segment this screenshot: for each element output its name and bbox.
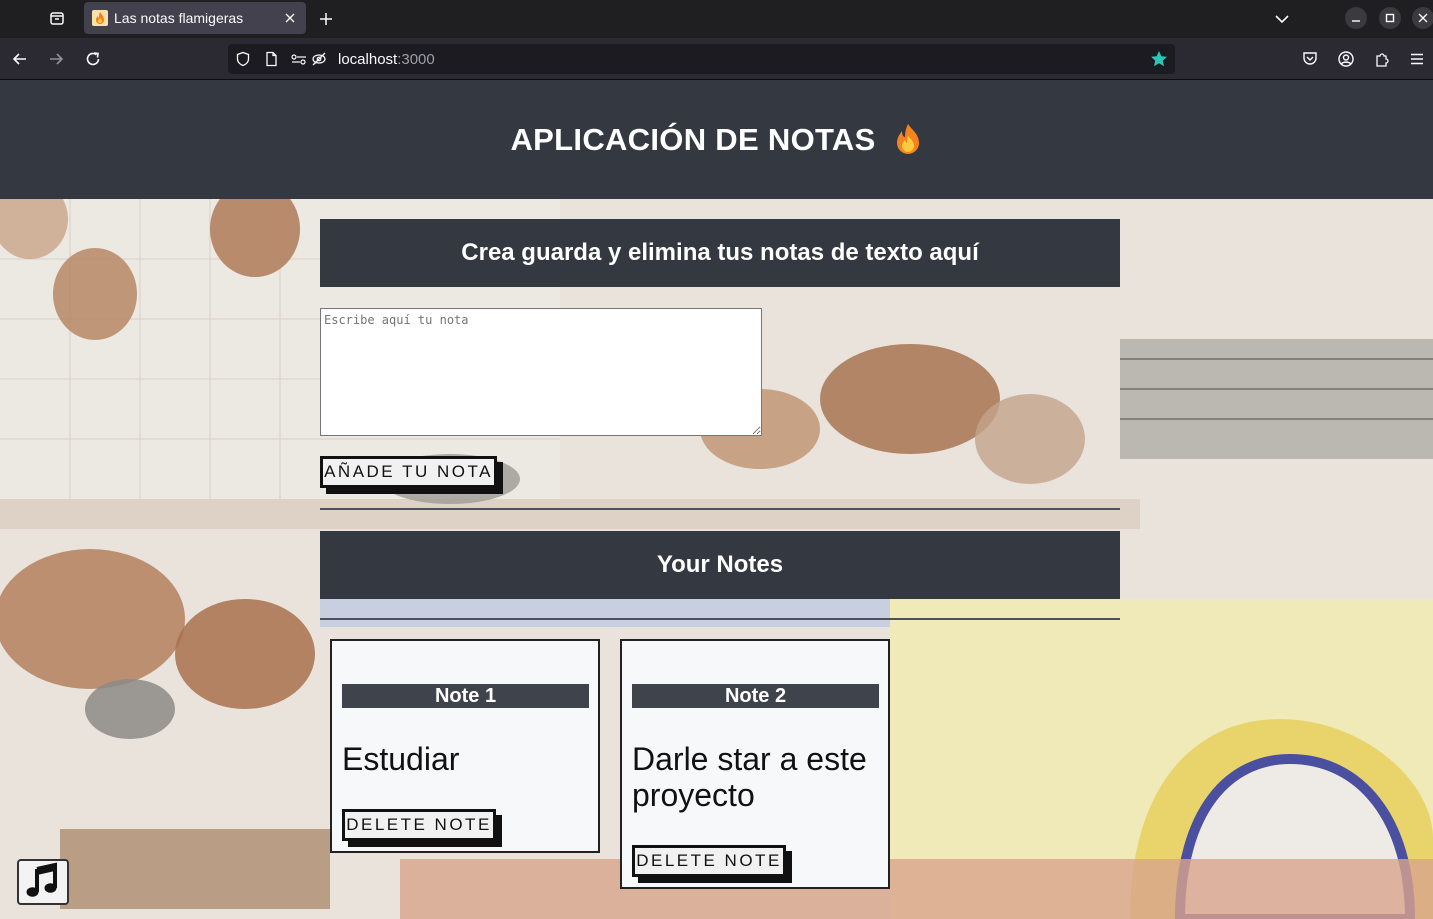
flame-favicon-icon [92,10,108,26]
delete-note-button[interactable]: DELETE NOTE [632,845,786,877]
reload-icon[interactable] [81,47,105,71]
back-arrow-icon[interactable] [8,47,32,71]
account-icon[interactable] [1334,47,1358,71]
web-page: APLICACIÓN DE NOTAS Crea guarda y elimin… [0,80,1433,919]
music-toggle-button[interactable] [17,859,69,905]
url-host: localhost [338,51,398,68]
close-window-icon[interactable] [1412,7,1433,29]
tab-title: Las notas flamigeras [114,10,244,26]
hamburger-menu-icon[interactable] [1405,47,1429,71]
delete-note-button[interactable]: DELETE NOTE [342,809,496,841]
extensions-puzzle-icon[interactable] [1370,47,1394,71]
url-port: :3000 [397,51,435,68]
note-text: Estudiar [342,741,460,777]
new-tab-plus-icon[interactable] [314,7,338,31]
url-text[interactable]: localhost:3000 [338,51,435,68]
browser-nav-bar: localhost:3000 [0,38,1433,80]
note-title: Note 2 [632,684,879,708]
bookmark-star-icon[interactable] [1149,49,1169,69]
divider [320,618,1120,620]
note-title: Note 1 [342,684,589,708]
firefox-view-icon[interactable] [44,6,70,30]
maximize-window-icon[interactable] [1379,7,1401,29]
tracking-protection-off-icon[interactable] [310,50,328,68]
permissions-icon[interactable] [290,50,308,68]
add-note-button[interactable]: AÑADE TU NOTA [320,456,497,488]
app-header: APLICACIÓN DE NOTAS [0,80,1433,199]
minimize-window-icon[interactable] [1345,7,1367,29]
page-title-text: APLICACIÓN DE NOTAS [510,121,876,157]
note-textarea[interactable] [320,308,762,436]
note-text: Darle star a este proyecto [632,741,867,813]
note-card: Note 1 Estudiar DELETE NOTE [330,639,600,853]
page-info-icon[interactable] [262,50,280,68]
music-note-icon [24,861,62,904]
forward-arrow-icon[interactable] [44,47,68,71]
url-bar[interactable]: localhost:3000 [228,44,1175,74]
notes-heading: Your Notes [320,531,1120,599]
note-card: Note 2 Darle star a este proyecto DELETE… [620,639,890,889]
browser-tab-bar: Las notas flamigeras [0,0,1433,38]
list-all-tabs-chevron-icon[interactable] [1270,7,1294,31]
close-tab-icon[interactable] [282,10,298,26]
create-heading: Crea guarda y elimina tus notas de texto… [320,219,1120,287]
browser-tab-active[interactable]: Las notas flamigeras [84,2,306,34]
page-title: APLICACIÓN DE NOTAS [511,122,923,158]
fire-emoji-icon [893,123,923,155]
shield-icon[interactable] [234,50,252,68]
pocket-icon[interactable] [1298,47,1322,71]
divider [320,508,1120,510]
